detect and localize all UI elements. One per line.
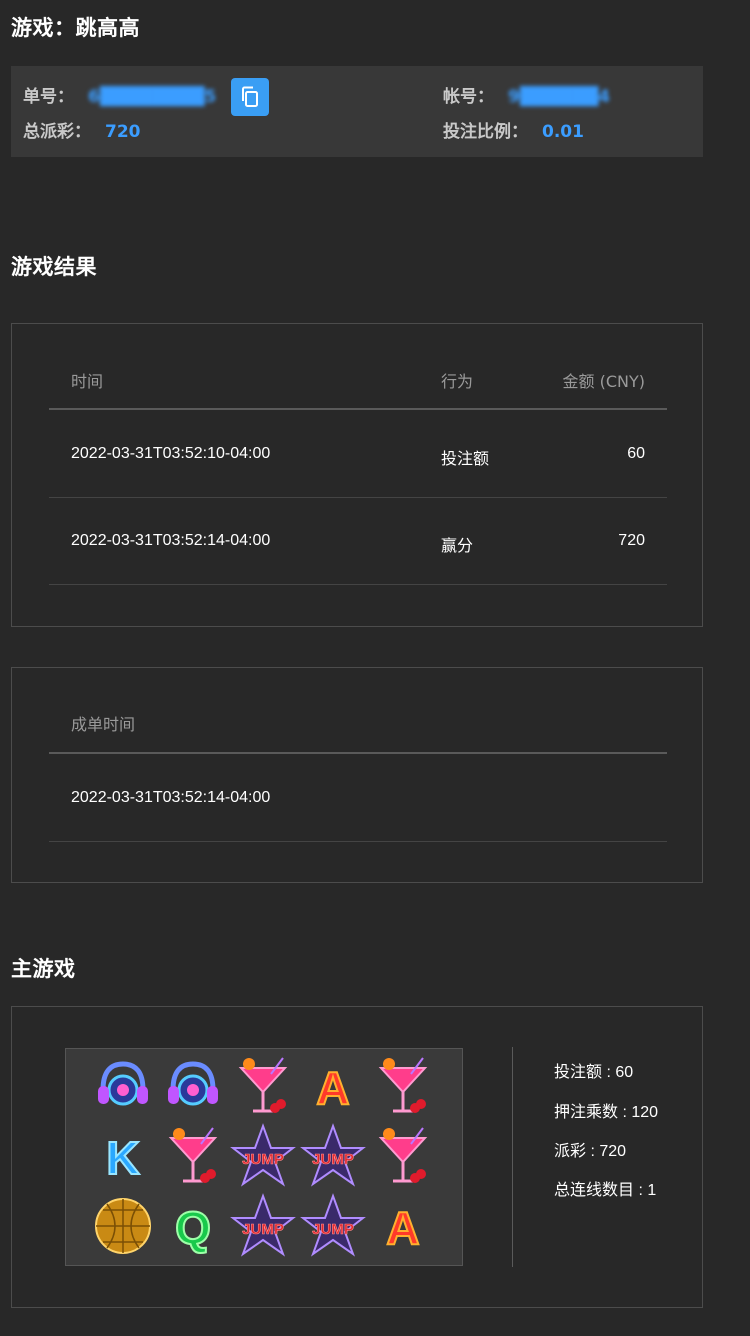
cocktail-icon: [228, 1053, 298, 1119]
table-row-amount: 720: [618, 532, 645, 549]
column-header-amount: 金额 (CNY): [562, 372, 646, 391]
row-divider: [49, 584, 667, 585]
bet-ratio: 投注比例： 0.01: [443, 117, 584, 142]
letter-q-icon: Q: [158, 1193, 228, 1259]
table-row-amount: 60: [627, 445, 645, 462]
letter-a-icon: A: [368, 1193, 438, 1259]
table-row-action: 投注额: [441, 451, 490, 468]
result-table: 时间 行为 金额 (CNY) 2022-03-31T03:52:10-04:00…: [11, 323, 703, 627]
order-number: 单号： 6████████5: [23, 82, 216, 107]
account-number: 帐号： 9██████4: [443, 82, 610, 107]
table-row-action: 赢分: [441, 538, 474, 555]
stat-bet: 投注额 : 60: [554, 1064, 634, 1081]
headphones-icon: [158, 1053, 228, 1119]
svg-text:JUMP: JUMP: [242, 1151, 284, 1168]
column-header-settle-time: 成单时间: [71, 715, 136, 734]
settle-time-table: 成单时间 2022-03-31T03:52:14-04:00: [11, 667, 703, 883]
stat-total-lines: 总连线数目 : 1: [554, 1182, 657, 1199]
order-label: 单号：: [23, 87, 74, 107]
bet-info-panel: 单号： 6████████5 帐号： 9██████4 总派彩： 720 投注比例： 0…: [11, 66, 703, 157]
slot-reels: A K JUMP JUMP Q JUMP JUMP A: [65, 1048, 463, 1266]
section-title-main-game: 主游戏: [11, 957, 76, 981]
ratio-value: 0.01: [542, 122, 584, 142]
ratio-label: 投注比例：: [443, 122, 528, 142]
letter-k-icon: K: [88, 1123, 158, 1189]
payout-label: 总派彩：: [23, 122, 91, 142]
game-label: 游戏：: [11, 16, 76, 40]
game-name: 跳高高: [75, 16, 140, 40]
svg-text:A: A: [316, 1062, 349, 1114]
total-payout: 总派彩： 720: [23, 117, 141, 142]
svg-text:JUMP: JUMP: [242, 1221, 284, 1238]
svg-text:K: K: [106, 1132, 139, 1184]
cocktail-icon: [158, 1123, 228, 1189]
jump-star-icon: JUMP: [298, 1123, 368, 1189]
svg-text:A: A: [386, 1202, 419, 1254]
cocktail-icon: [368, 1053, 438, 1119]
svg-text:Q: Q: [175, 1202, 211, 1254]
column-header-time: 时间: [71, 372, 104, 391]
svg-text:JUMP: JUMP: [312, 1221, 354, 1238]
row-divider: [49, 497, 667, 498]
svg-text:JUMP: JUMP: [312, 1151, 354, 1168]
header-divider: [49, 408, 667, 410]
settle-time-value: 2022-03-31T03:52:14-04:00: [71, 789, 271, 806]
account-label: 帐号：: [443, 87, 494, 107]
page-title: 游戏：跳高高: [11, 12, 140, 42]
column-header-action: 行为: [441, 372, 474, 391]
account-value: 9██████4: [508, 87, 611, 107]
order-value[interactable]: 6████████5: [88, 87, 216, 107]
jump-star-icon: JUMP: [228, 1193, 298, 1259]
table-row-time: 2022-03-31T03:52:14-04:00: [71, 532, 271, 549]
header-divider: [49, 752, 667, 754]
section-title-result: 游戏结果: [11, 255, 97, 279]
stat-payout: 派彩 : 720: [554, 1143, 627, 1160]
cocktail-icon: [368, 1123, 438, 1189]
jump-star-icon: JUMP: [298, 1193, 368, 1259]
jump-star-icon: JUMP: [228, 1123, 298, 1189]
table-row-time: 2022-03-31T03:52:10-04:00: [71, 445, 271, 462]
letter-a-icon: A: [298, 1053, 368, 1119]
panel-divider: [512, 1047, 513, 1267]
disco-ball-icon: [88, 1193, 158, 1259]
headphones-icon: [88, 1053, 158, 1119]
stat-multiplier: 押注乘数 : 120: [554, 1104, 659, 1121]
copy-icon: [242, 86, 258, 107]
payout-value: 720: [105, 122, 141, 142]
copy-button[interactable]: [231, 78, 269, 116]
row-divider: [49, 841, 667, 842]
main-game-panel: A K JUMP JUMP Q JUMP JUMP A 投注额: 60 押注乘…: [11, 1006, 703, 1308]
